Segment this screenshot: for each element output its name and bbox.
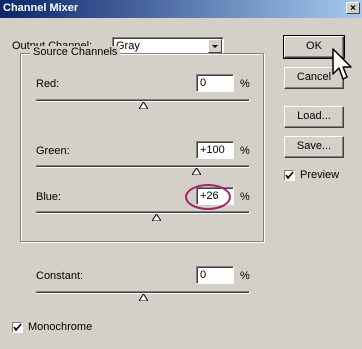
green-label: Green: bbox=[36, 145, 70, 157]
checkmark-icon bbox=[285, 171, 294, 180]
green-slider-thumb[interactable] bbox=[192, 168, 201, 175]
source-channels-title: Source Channels bbox=[30, 46, 121, 58]
blue-label: Blue: bbox=[36, 191, 62, 203]
green-value-input[interactable]: +100 bbox=[196, 141, 234, 159]
preview-checkbox[interactable] bbox=[284, 170, 295, 181]
monochrome-label: Monochrome bbox=[28, 321, 93, 333]
red-percent-unit: % bbox=[240, 78, 250, 90]
chevron-down-icon[interactable] bbox=[208, 39, 222, 53]
close-button[interactable]: × bbox=[346, 2, 360, 14]
constant-value-input[interactable]: 0 bbox=[196, 266, 234, 284]
red-label: Red: bbox=[36, 78, 60, 90]
preview-label: Preview bbox=[300, 169, 340, 181]
load-button[interactable]: Load... bbox=[284, 106, 344, 128]
constant-percent-unit: % bbox=[240, 270, 250, 282]
monochrome-checkbox[interactable] bbox=[12, 322, 23, 333]
red-value-input[interactable]: 0 bbox=[196, 74, 234, 92]
arrow-cursor-icon bbox=[332, 48, 352, 80]
blue-slider-thumb[interactable] bbox=[152, 214, 162, 221]
red-slider-thumb[interactable] bbox=[138, 102, 148, 109]
green-slider-track[interactable] bbox=[36, 165, 250, 168]
save-button[interactable]: Save... bbox=[284, 136, 344, 158]
checkmark-icon bbox=[13, 323, 22, 332]
blue-slider-track[interactable] bbox=[36, 211, 250, 214]
constant-slider-thumb[interactable] bbox=[138, 294, 148, 301]
window-title: Channel Mixer bbox=[3, 2, 79, 14]
constant-label: Constant: bbox=[36, 270, 84, 282]
title-bar: Channel Mixer × bbox=[0, 0, 362, 18]
green-percent-unit: % bbox=[240, 145, 250, 157]
blue-percent-unit: % bbox=[240, 191, 250, 203]
blue-value-highlight-ring bbox=[185, 184, 231, 210]
